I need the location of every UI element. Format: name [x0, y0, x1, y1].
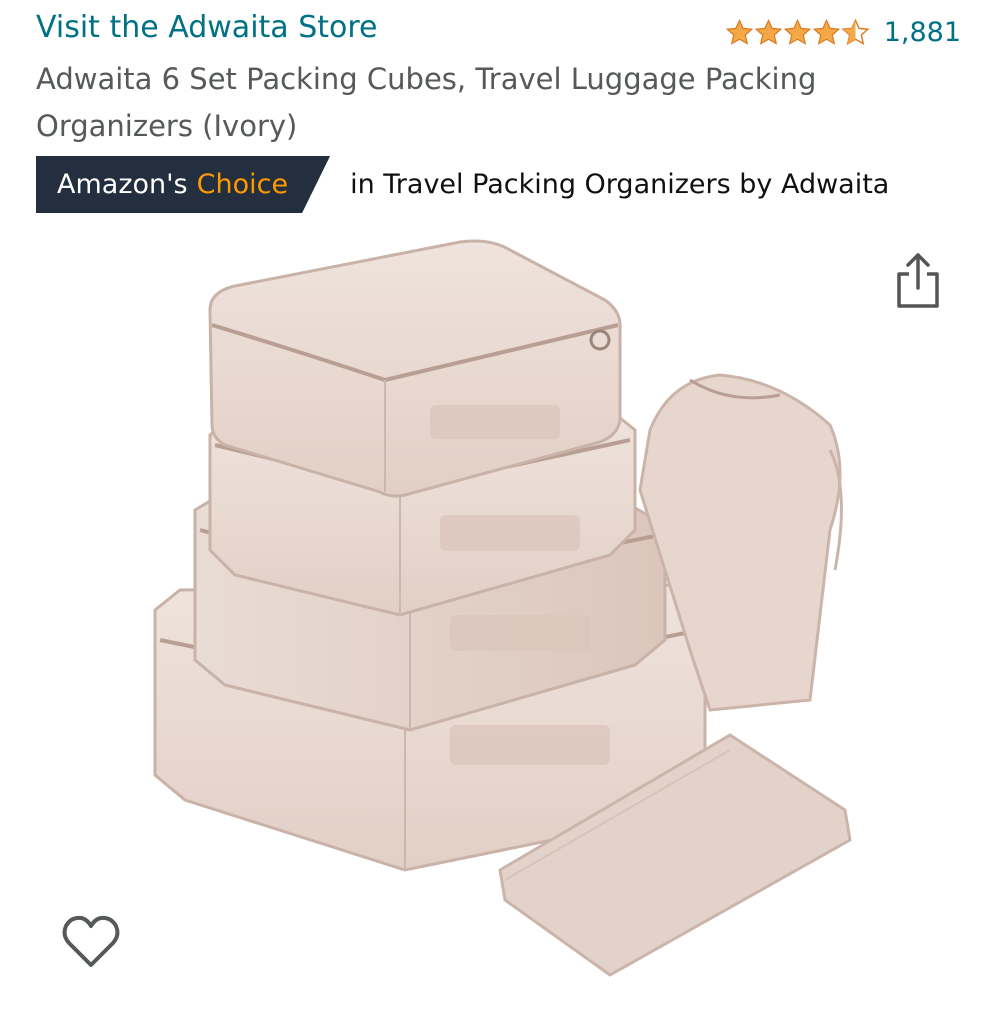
- badge-label-highlight: Choice: [196, 169, 289, 200]
- share-icon[interactable]: [893, 250, 943, 310]
- amazons-choice-badge[interactable]: Amazon's Choice: [36, 156, 330, 213]
- badge-label-prefix: Amazon's: [57, 169, 188, 200]
- rating-summary[interactable]: 1,881: [725, 12, 961, 52]
- visit-store-link[interactable]: Visit the Adwaita Store: [36, 8, 378, 48]
- badge-context-text: in Travel Packing Organizers by Adwaita: [350, 169, 890, 200]
- star-full-icon: [754, 18, 782, 45]
- product-image[interactable]: [130, 230, 870, 990]
- rating-count[interactable]: 1,881: [884, 17, 961, 48]
- star-full-icon: [812, 18, 840, 45]
- amazons-choice-row: Amazon's Choice in Travel Packing Organi…: [36, 156, 889, 213]
- star-full-icon: [783, 18, 811, 45]
- heart-icon[interactable]: [60, 912, 122, 974]
- star-rating: [725, 18, 870, 47]
- star-full-icon: [725, 18, 753, 45]
- star-half-icon: [841, 18, 870, 45]
- product-title: Adwaita 6 Set Packing Cubes, Travel Lugg…: [36, 62, 817, 143]
